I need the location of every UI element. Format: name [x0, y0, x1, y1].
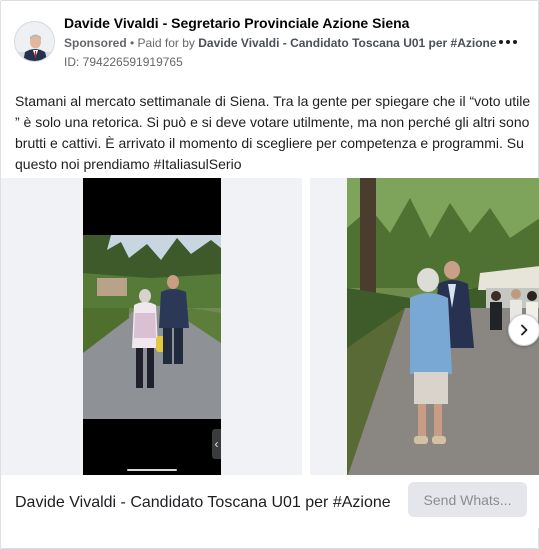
carousel-slide-video[interactable]: ‹ [1, 178, 302, 475]
ad-card: Davide Vivaldi - Segretario Provinciale … [0, 0, 539, 549]
photo-image [310, 178, 539, 475]
ad-footer: Davide Vivaldi - Candidato Toscana U01 p… [1, 475, 539, 528]
ad-id: ID: 794226591919765 [64, 55, 183, 69]
video-frame-image [1, 178, 302, 475]
more-options-button[interactable] [494, 31, 522, 53]
carousel-next-button[interactable] [508, 314, 539, 346]
phone-chevron-icon: ‹ [212, 429, 221, 459]
chevron-right-icon [521, 324, 528, 336]
footer-title[interactable]: Davide Vivaldi - Candidato Toscana U01 p… [15, 494, 391, 512]
payer-name[interactable]: Davide Vivaldi - Candidato Toscana U01 p… [198, 36, 496, 50]
paid-for-prefix: • Paid for by [126, 36, 199, 50]
avatar-image [15, 22, 54, 61]
sponsor-line: Sponsored • Paid for by Davide Vivaldi -… [64, 36, 497, 50]
post-text: Stamani al mercato settimanale di Siena.… [15, 93, 531, 172]
send-whatsapp-button[interactable]: Send Whats... [408, 482, 527, 517]
page-name[interactable]: Davide Vivaldi - Segretario Provinciale … [64, 15, 409, 31]
avatar[interactable] [14, 21, 55, 62]
carousel-slide-photo[interactable] [310, 178, 539, 475]
media-carousel[interactable]: ‹ [1, 178, 539, 475]
sponsored-label: Sponsored [64, 36, 127, 50]
more-horizontal-icon [499, 40, 503, 44]
